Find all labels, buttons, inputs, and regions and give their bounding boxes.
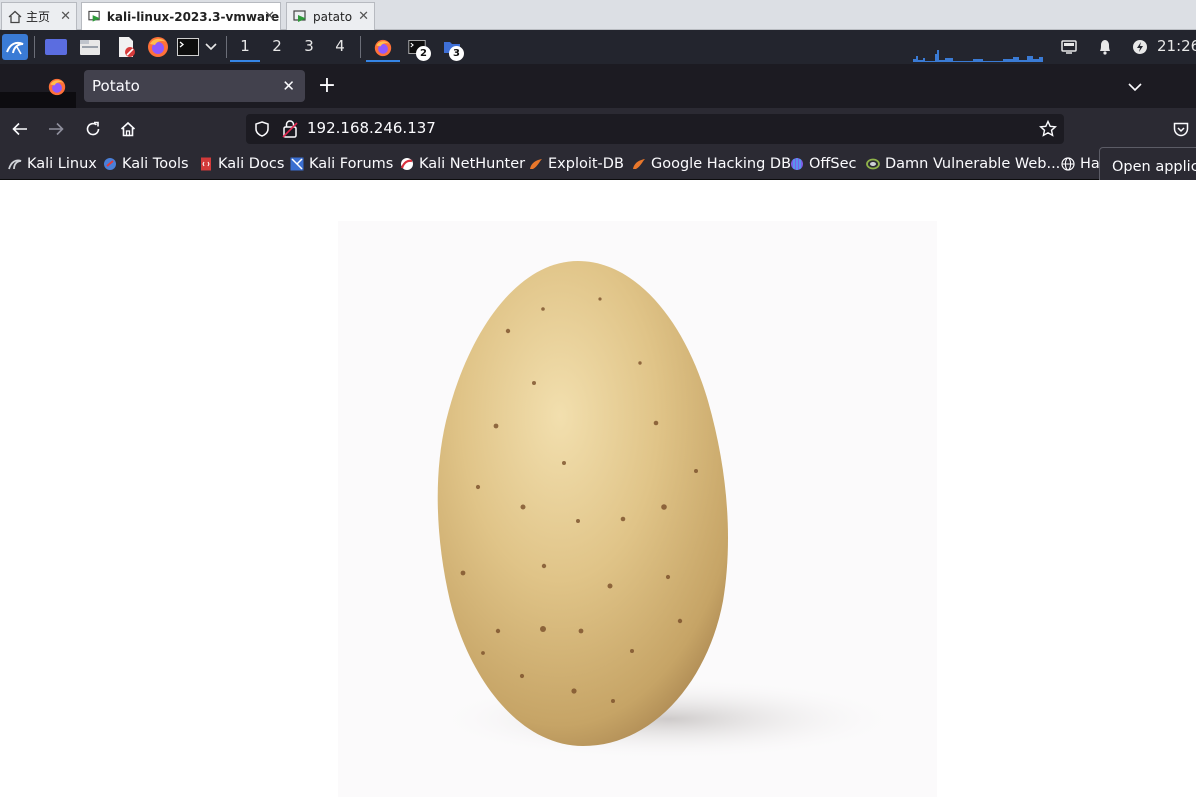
taskbar-files-window[interactable]: 3	[440, 36, 464, 61]
back-icon[interactable]	[10, 118, 30, 140]
window-count-badge: 2	[416, 46, 431, 61]
url-text[interactable]: 192.168.246.137	[307, 119, 436, 137]
taskbar-firefox-window[interactable]	[366, 36, 400, 62]
host-tab-label: kali-linux-2023.3-vmware...	[106, 9, 280, 24]
navigation-toolbar: 192.168.246.137	[0, 108, 1196, 148]
kali-forums-icon	[290, 157, 304, 171]
exploit-db-icon	[530, 159, 542, 169]
bookmark-label: Google Hacking DB	[651, 156, 792, 172]
page-content	[0, 180, 1196, 797]
close-tab-icon[interactable]: ✕	[282, 70, 295, 102]
power-icon[interactable]	[1129, 36, 1151, 58]
bookmark-kali-tools[interactable]: Kali Tools	[103, 153, 189, 175]
browser-tab-potato[interactable]: Potato ✕	[84, 70, 305, 102]
potato-image-drawing	[428, 261, 908, 761]
potato-image	[338, 221, 937, 797]
globe-icon	[1061, 157, 1075, 171]
host-tab-patato[interactable]: patato ✕	[286, 2, 375, 30]
close-icon[interactable]: ✕	[264, 9, 275, 24]
bookmark-label: Kali Linux	[27, 156, 97, 172]
bookmark-dvwa[interactable]: Damn Vulnerable Web...	[866, 153, 1060, 175]
reload-icon[interactable]	[83, 118, 103, 140]
home-button-icon[interactable]	[118, 118, 138, 140]
workspace-3[interactable]: 3	[294, 36, 324, 62]
close-icon[interactable]: ✕	[60, 9, 71, 24]
bookmark-label: Damn Vulnerable Web...	[885, 156, 1061, 172]
pocket-icon[interactable]	[1171, 118, 1191, 140]
kali-menu-icon[interactable]	[2, 34, 28, 60]
new-tab-button[interactable]: +	[316, 72, 338, 100]
bookmark-label: Kali Tools	[122, 156, 189, 172]
dvwa-icon	[866, 158, 880, 170]
host-tab-strip: 主页 ✕ kali-linux-2023.3-vmware... ✕ patat…	[0, 0, 1196, 30]
home-icon	[8, 10, 22, 23]
window-count-badge: 3	[449, 46, 464, 61]
terminal-icon[interactable]	[176, 36, 200, 58]
bookmark-star-icon[interactable]	[1039, 120, 1057, 138]
workspace-4[interactable]: 4	[325, 36, 355, 62]
host-tab-label: patato	[313, 9, 353, 24]
firefox-tab-bar: Potato ✕ +	[0, 64, 1196, 108]
close-icon[interactable]: ✕	[358, 9, 369, 24]
bookmark-kali-forums[interactable]: Kali Forums	[290, 153, 393, 175]
network-icon[interactable]	[1058, 36, 1080, 58]
workspace-2[interactable]: 2	[262, 36, 292, 62]
bookmark-label: Exploit-DB	[548, 156, 624, 172]
host-tab-home[interactable]: 主页 ✕	[1, 2, 77, 30]
panel-clock: 21:26	[1157, 37, 1196, 55]
firefox-icon	[374, 39, 392, 57]
firefox-icon[interactable]	[146, 36, 170, 58]
bookmark-kali-linux[interactable]: Kali Linux	[8, 153, 97, 175]
file-manager-icon[interactable]	[78, 36, 102, 58]
kali-docs-icon	[201, 157, 211, 171]
kali-top-panel: 1 2 3 4 2 3 21:26	[0, 30, 1196, 64]
bookmark-label: OffSec	[809, 156, 857, 172]
bookmark-label: Kali Forums	[309, 156, 394, 172]
kali-tools-icon	[104, 158, 116, 170]
host-tab-kali[interactable]: kali-linux-2023.3-vmware... ✕	[81, 2, 281, 30]
bookmarks-toolbar: Kali Linux Kali Tools Kali Docs Kali For…	[0, 148, 1196, 180]
taskbar-terminal-window[interactable]: 2	[406, 36, 431, 61]
host-tab-label: 主页	[26, 10, 51, 24]
vm-icon	[88, 10, 101, 22]
tracking-shield-icon[interactable]	[254, 121, 270, 137]
url-bar[interactable]: 192.168.246.137	[246, 114, 1064, 144]
vm-icon	[293, 9, 306, 22]
bookmark-exploit-db[interactable]: Exploit-DB	[529, 153, 624, 175]
bookmark-google-hacking-db[interactable]: Google Hacking DB	[632, 153, 791, 175]
bookmark-label: Kali Docs	[218, 156, 285, 172]
list-all-tabs-icon[interactable]	[1124, 76, 1146, 98]
tab-title: Potato	[92, 77, 140, 95]
nethunter-icon	[400, 158, 413, 170]
bookmark-offsec[interactable]: OffSec	[790, 153, 857, 175]
bookmark-kali-docs[interactable]: Kali Docs	[199, 153, 284, 175]
workspace-switcher-icon[interactable]	[44, 36, 68, 58]
offsec-icon	[791, 158, 803, 170]
cpu-graph	[913, 50, 1043, 62]
firefox-view-icon[interactable]	[46, 76, 68, 98]
chevron-down-icon[interactable]	[203, 36, 219, 58]
insecure-lock-icon[interactable]	[282, 120, 298, 138]
notification-bell-icon[interactable]	[1094, 36, 1116, 58]
ghdb-icon	[633, 159, 645, 169]
text-editor-icon[interactable]	[114, 36, 138, 58]
forward-icon[interactable]	[46, 118, 66, 140]
bookmark-kali-nethunter[interactable]: Kali NetHunter	[400, 153, 525, 175]
workspace-1[interactable]: 1	[230, 36, 260, 62]
kali-dragon-icon	[8, 159, 22, 170]
bookmark-label: Kali NetHunter	[419, 156, 526, 172]
